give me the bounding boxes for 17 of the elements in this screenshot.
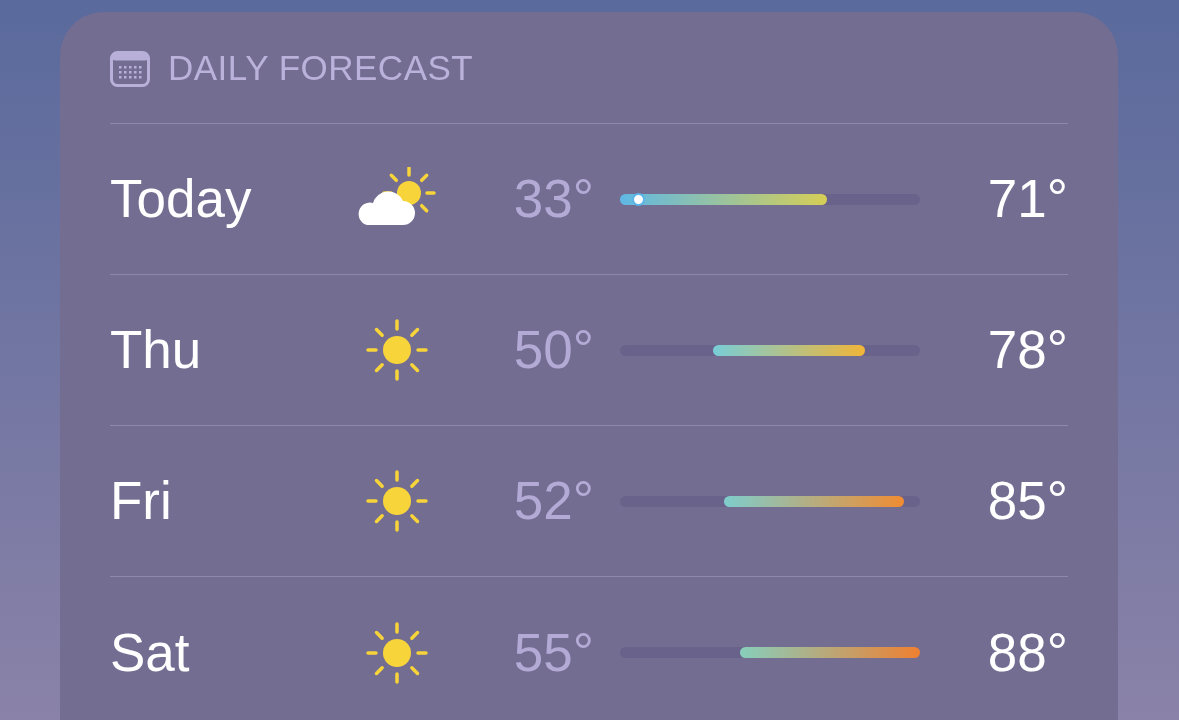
day-label: Fri [110,470,173,533]
calendar-icon [110,50,150,87]
low-temperature: 50° [513,319,594,382]
low-temperature: 55° [513,621,594,684]
low-temperature: 52° [513,470,594,533]
sun-icon [364,619,430,686]
section-title: DAILY FORECAST [168,47,474,90]
high-temperature: 85° [987,470,1068,533]
day-label: Today [110,168,253,231]
day-label: Sat [110,621,191,684]
high-temperature: 88° [987,621,1068,684]
low-temperature: 33° [513,168,594,231]
day-label: Thu [110,319,203,382]
sun-icon [364,317,430,383]
high-temperature: 71° [987,168,1068,231]
high-temperature: 78° [987,319,1068,382]
sun-icon [364,468,430,534]
